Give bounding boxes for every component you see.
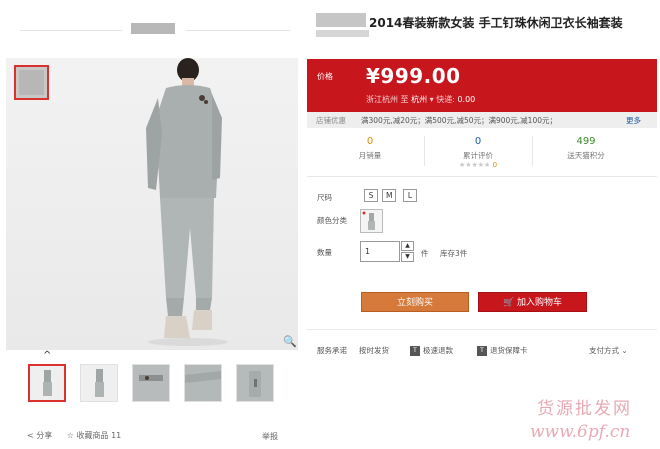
- share-icon[interactable]: <: [27, 431, 34, 440]
- share-link[interactable]: 分享: [36, 431, 52, 440]
- zoom-icon[interactable]: 🔍: [283, 335, 297, 349]
- stat-monthly-sales: 0 月销量: [358, 136, 382, 160]
- quantity-unit: 件: [421, 249, 429, 258]
- thumbnail[interactable]: [236, 364, 274, 402]
- brand-badge-blurred: [14, 65, 49, 100]
- size-option-l[interactable]: L: [403, 189, 417, 202]
- size-option-s[interactable]: S: [364, 189, 378, 202]
- main-product-image[interactable]: [6, 58, 298, 350]
- shipping-value: 0.00: [457, 95, 476, 104]
- color-option[interactable]: [360, 209, 383, 233]
- quantity-increase-button[interactable]: ▲: [401, 241, 414, 251]
- chevron-down-icon[interactable]: ▾: [430, 95, 434, 104]
- divider: [532, 136, 533, 166]
- star-icon[interactable]: ☆: [67, 431, 74, 440]
- shipping-label: 快递:: [436, 95, 455, 104]
- watermark-text: 货源批发网: [537, 399, 632, 419]
- price-label: 价格: [317, 72, 333, 81]
- service-fast-refund[interactable]: T 极速退款: [410, 345, 453, 356]
- chevron-up-icon[interactable]: ^: [43, 350, 51, 361]
- thumbnail[interactable]: [80, 364, 118, 402]
- ship-to: 至: [400, 95, 409, 104]
- thumbnail[interactable]: [184, 364, 222, 402]
- title-suffix-blurred: [316, 30, 369, 37]
- size-option-m[interactable]: M: [382, 189, 397, 202]
- product-photo: [146, 58, 228, 346]
- quantity-input[interactable]: 1: [360, 241, 400, 262]
- favorite-count: 11: [111, 431, 122, 440]
- buy-now-button[interactable]: 立刻购买: [361, 292, 469, 312]
- promotion-items: 满300元,减20元；满500元,减50元；满900元,减100元；: [361, 116, 557, 125]
- divider: [307, 329, 657, 330]
- sales-stats: 0 月销量 0 累计评价 ★★★★★ 0 499 送天猫积分: [307, 132, 657, 172]
- thumbnail[interactable]: [132, 364, 170, 402]
- price-panel: 价格 ¥999.00 浙江杭州 至 杭州 ▾ 快递: 0.00: [307, 59, 657, 112]
- shop-logo-blurred: [131, 23, 175, 34]
- payment-methods[interactable]: 支付方式 ⌄: [589, 345, 628, 356]
- divider: [307, 176, 657, 177]
- add-to-cart-button[interactable]: 🛒 加入购物车: [478, 292, 587, 312]
- chevron-down-icon: ⌄: [621, 346, 628, 355]
- more-link[interactable]: 更多: [626, 115, 641, 126]
- stat-points: 499 送天猫积分: [567, 136, 605, 160]
- cart-icon: 🛒: [502, 298, 515, 308]
- rating-stars: ★★★★★ 0: [458, 161, 498, 169]
- stat-reviews[interactable]: 0 累计评价 ★★★★★ 0: [428, 136, 528, 169]
- stock-count: 库存3件: [440, 249, 468, 258]
- promotion-bar: 店铺优惠 满300元,减20元；满500元,减50元；满900元,减100元； …: [307, 112, 657, 128]
- watermark-url: www.6pf.cn: [530, 422, 631, 442]
- product-title: 2014春装新款女装 手工钉珠休闲卫衣长袖套装: [369, 16, 623, 30]
- divider: [424, 136, 425, 166]
- quantity-label: 数量: [317, 248, 332, 257]
- divider: [186, 30, 290, 31]
- service-return-card[interactable]: T 退货保障卡: [477, 345, 528, 356]
- price-value: ¥999.00: [366, 64, 461, 88]
- service-label: 服务承诺: [317, 346, 347, 355]
- title-prefix-blurred: [316, 13, 366, 27]
- color-label: 颜色分类: [317, 216, 347, 225]
- bottom-actions: < 分享 ☆ 收藏商品 11: [27, 430, 121, 442]
- quantity-decrease-button[interactable]: ▼: [401, 252, 414, 262]
- service-ontime: 按时发货: [359, 346, 389, 355]
- report-link[interactable]: 举报: [262, 431, 278, 442]
- return-card-icon: T: [477, 346, 487, 356]
- shipping-info: 浙江杭州 至 杭州 ▾ 快递: 0.00: [366, 94, 475, 105]
- thumbnail[interactable]: [28, 364, 66, 402]
- product-page: 🔍 ^ < 分享 ☆ 收藏商品 11 举报 2014春装新款女装 手工钉珠休闲卫…: [0, 0, 660, 449]
- divider: [20, 30, 122, 31]
- refund-icon: T: [410, 346, 420, 356]
- ship-origin: 浙江杭州: [366, 95, 398, 104]
- favorite-link[interactable]: 收藏商品: [77, 431, 109, 440]
- promotion-label: 店铺优惠: [316, 116, 346, 125]
- size-label: 尺码: [317, 193, 332, 202]
- ship-destination[interactable]: 杭州: [411, 95, 427, 104]
